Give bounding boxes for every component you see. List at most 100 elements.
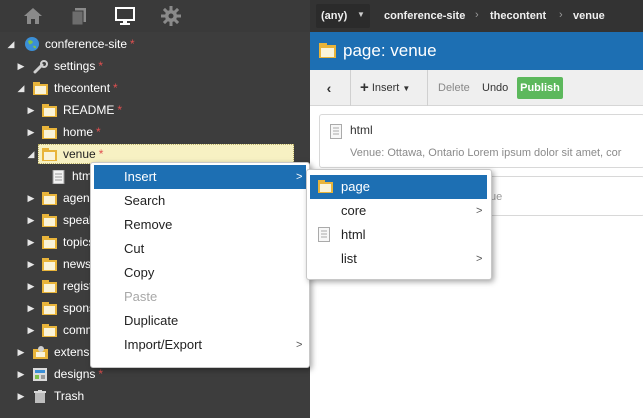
- menu-item-label: Cut: [124, 241, 145, 256]
- document-icon: [52, 169, 68, 185]
- menu-item-import-export[interactable]: Import/Export >: [94, 333, 306, 357]
- toolbar-divider: [427, 70, 428, 106]
- menu-item-label: core: [341, 203, 367, 218]
- chevron-right-icon: >: [476, 253, 483, 265]
- insert-button-label: Insert: [371, 82, 400, 94]
- submenu-item-list[interactable]: list >: [310, 247, 487, 271]
- breadcrumb-separator-icon: ›: [559, 9, 563, 21]
- modified-star: *: [98, 59, 104, 73]
- breadcrumb-item[interactable]: venue: [573, 10, 605, 22]
- menu-item-label: html: [341, 227, 366, 242]
- chevron-down-icon[interactable]: ◢: [16, 77, 26, 99]
- chevron-down-icon[interactable]: ◢: [6, 33, 16, 55]
- filter-select[interactable]: (any) ▼: [316, 4, 370, 28]
- modified-star: *: [117, 103, 123, 117]
- monitor-icon[interactable]: [114, 5, 136, 27]
- folder-icon: [42, 235, 58, 249]
- chevron-right-icon[interactable]: ▶: [16, 55, 26, 77]
- undo-button[interactable]: Undo: [482, 77, 508, 99]
- chevron-right-icon[interactable]: ▶: [16, 363, 26, 385]
- chevron-down-icon: ▼: [402, 84, 411, 93]
- page-header: page: venue: [310, 32, 643, 70]
- menu-item-paste[interactable]: Paste: [94, 285, 306, 309]
- action-toolbar: ‹ + Insert ▼ Delete Undo Publish: [310, 70, 643, 106]
- pages-icon[interactable]: [68, 5, 90, 27]
- chevron-right-icon[interactable]: ▶: [26, 99, 36, 121]
- menu-item-cut[interactable]: Cut: [94, 237, 306, 261]
- folder-icon: [42, 103, 58, 117]
- wrench-icon: [33, 59, 49, 74]
- menu-item-label: Duplicate: [124, 313, 179, 328]
- submenu-item-core[interactable]: core >: [310, 199, 487, 223]
- menu-item-search[interactable]: Search: [94, 189, 306, 213]
- folder-icon: [42, 257, 58, 271]
- chevron-right-icon[interactable]: ▶: [26, 121, 36, 143]
- tree-item-label: thecontent: [54, 81, 111, 95]
- chevron-right-icon[interactable]: ▶: [26, 275, 36, 297]
- submenu-item-html[interactable]: html: [310, 223, 487, 247]
- menu-item-copy[interactable]: Copy: [94, 261, 306, 285]
- folder-icon: [42, 301, 58, 315]
- folder-icon: [42, 191, 58, 205]
- card-subtitle: Venue: Ottawa, Ontario Lorem ipsum dolor…: [350, 147, 622, 159]
- menu-item-label: list: [341, 251, 357, 266]
- chevron-right-icon[interactable]: ▶: [16, 341, 26, 363]
- designs-icon: [33, 367, 49, 381]
- tree-item-readme[interactable]: ▶ README *: [0, 99, 310, 121]
- tree-item-settings[interactable]: ▶ settings *: [0, 55, 310, 77]
- chevron-right-icon[interactable]: ▶: [16, 385, 26, 407]
- card-title: html: [350, 123, 373, 137]
- chevron-right-icon[interactable]: ▶: [26, 231, 36, 253]
- folder-icon: [319, 43, 337, 64]
- document-icon: [318, 227, 334, 243]
- menu-item-label: Paste: [124, 289, 158, 304]
- chevron-down-icon: ▼: [357, 10, 365, 19]
- menu-item-duplicate[interactable]: Duplicate: [94, 309, 306, 333]
- tree-item-label: designs: [54, 367, 96, 381]
- gear-icon[interactable]: [160, 5, 182, 27]
- chevron-down-icon[interactable]: ◢: [26, 143, 36, 165]
- modified-star: *: [96, 125, 101, 139]
- chevron-right-icon[interactable]: ▶: [26, 297, 36, 319]
- insert-button[interactable]: + Insert ▼: [360, 77, 410, 99]
- tree-item-label: home: [63, 125, 94, 139]
- tree-item-trash[interactable]: ▶ Trash: [0, 385, 310, 407]
- chevron-right-icon: >: [476, 205, 483, 217]
- submenu-item-page[interactable]: page: [310, 175, 487, 199]
- folder-icon: [42, 213, 58, 227]
- folder-icon: [318, 179, 334, 195]
- tree-item-label: conference-site: [45, 37, 128, 51]
- back-button[interactable]: ‹: [318, 77, 340, 99]
- menu-item-label: Insert: [124, 169, 157, 184]
- modified-star: *: [98, 367, 104, 381]
- menu-item-remove[interactable]: Remove: [94, 213, 306, 237]
- menu-item-insert[interactable]: Insert >: [94, 165, 306, 189]
- menu-item-label: page: [341, 179, 370, 194]
- chevron-right-icon[interactable]: ▶: [26, 319, 36, 341]
- modified-star: *: [113, 81, 118, 95]
- delete-button[interactable]: Delete: [438, 77, 470, 99]
- tree-item-thecontent[interactable]: ◢ thecontent *: [0, 77, 310, 99]
- folder-icon: [42, 147, 58, 161]
- breadcrumb-item[interactable]: thecontent: [490, 10, 546, 22]
- modified-star: *: [130, 37, 135, 51]
- menu-item-label: Remove: [124, 217, 173, 232]
- chevron-right-icon[interactable]: ▶: [26, 253, 36, 275]
- tree-item-label: venue: [63, 147, 96, 161]
- chevron-right-icon[interactable]: ▶: [26, 187, 36, 209]
- chevron-right-icon[interactable]: ▶: [26, 209, 36, 231]
- breadcrumb-item[interactable]: conference-site: [384, 10, 465, 22]
- content-card-html[interactable]: html Venue: Ottawa, Ontario Lorem ipsum …: [319, 114, 643, 168]
- menu-item-label: Search: [124, 193, 166, 208]
- menu-item-label: Copy: [124, 265, 155, 280]
- trash-icon: [33, 389, 49, 403]
- home-icon[interactable]: [22, 5, 44, 27]
- sidebar-toolbar: [0, 0, 310, 32]
- chevron-right-icon: >: [296, 339, 303, 351]
- tree-item-label: Trash: [54, 389, 85, 403]
- publish-button[interactable]: Publish: [517, 77, 563, 99]
- menu-item-label: Import/Export: [124, 337, 203, 352]
- tree-item-conference-site[interactable]: ◢ conference-site *: [0, 33, 310, 55]
- breadcrumb: (any) ▼ conference-site › thecontent › v…: [310, 0, 643, 32]
- tree-item-home[interactable]: ▶ home *: [0, 121, 310, 143]
